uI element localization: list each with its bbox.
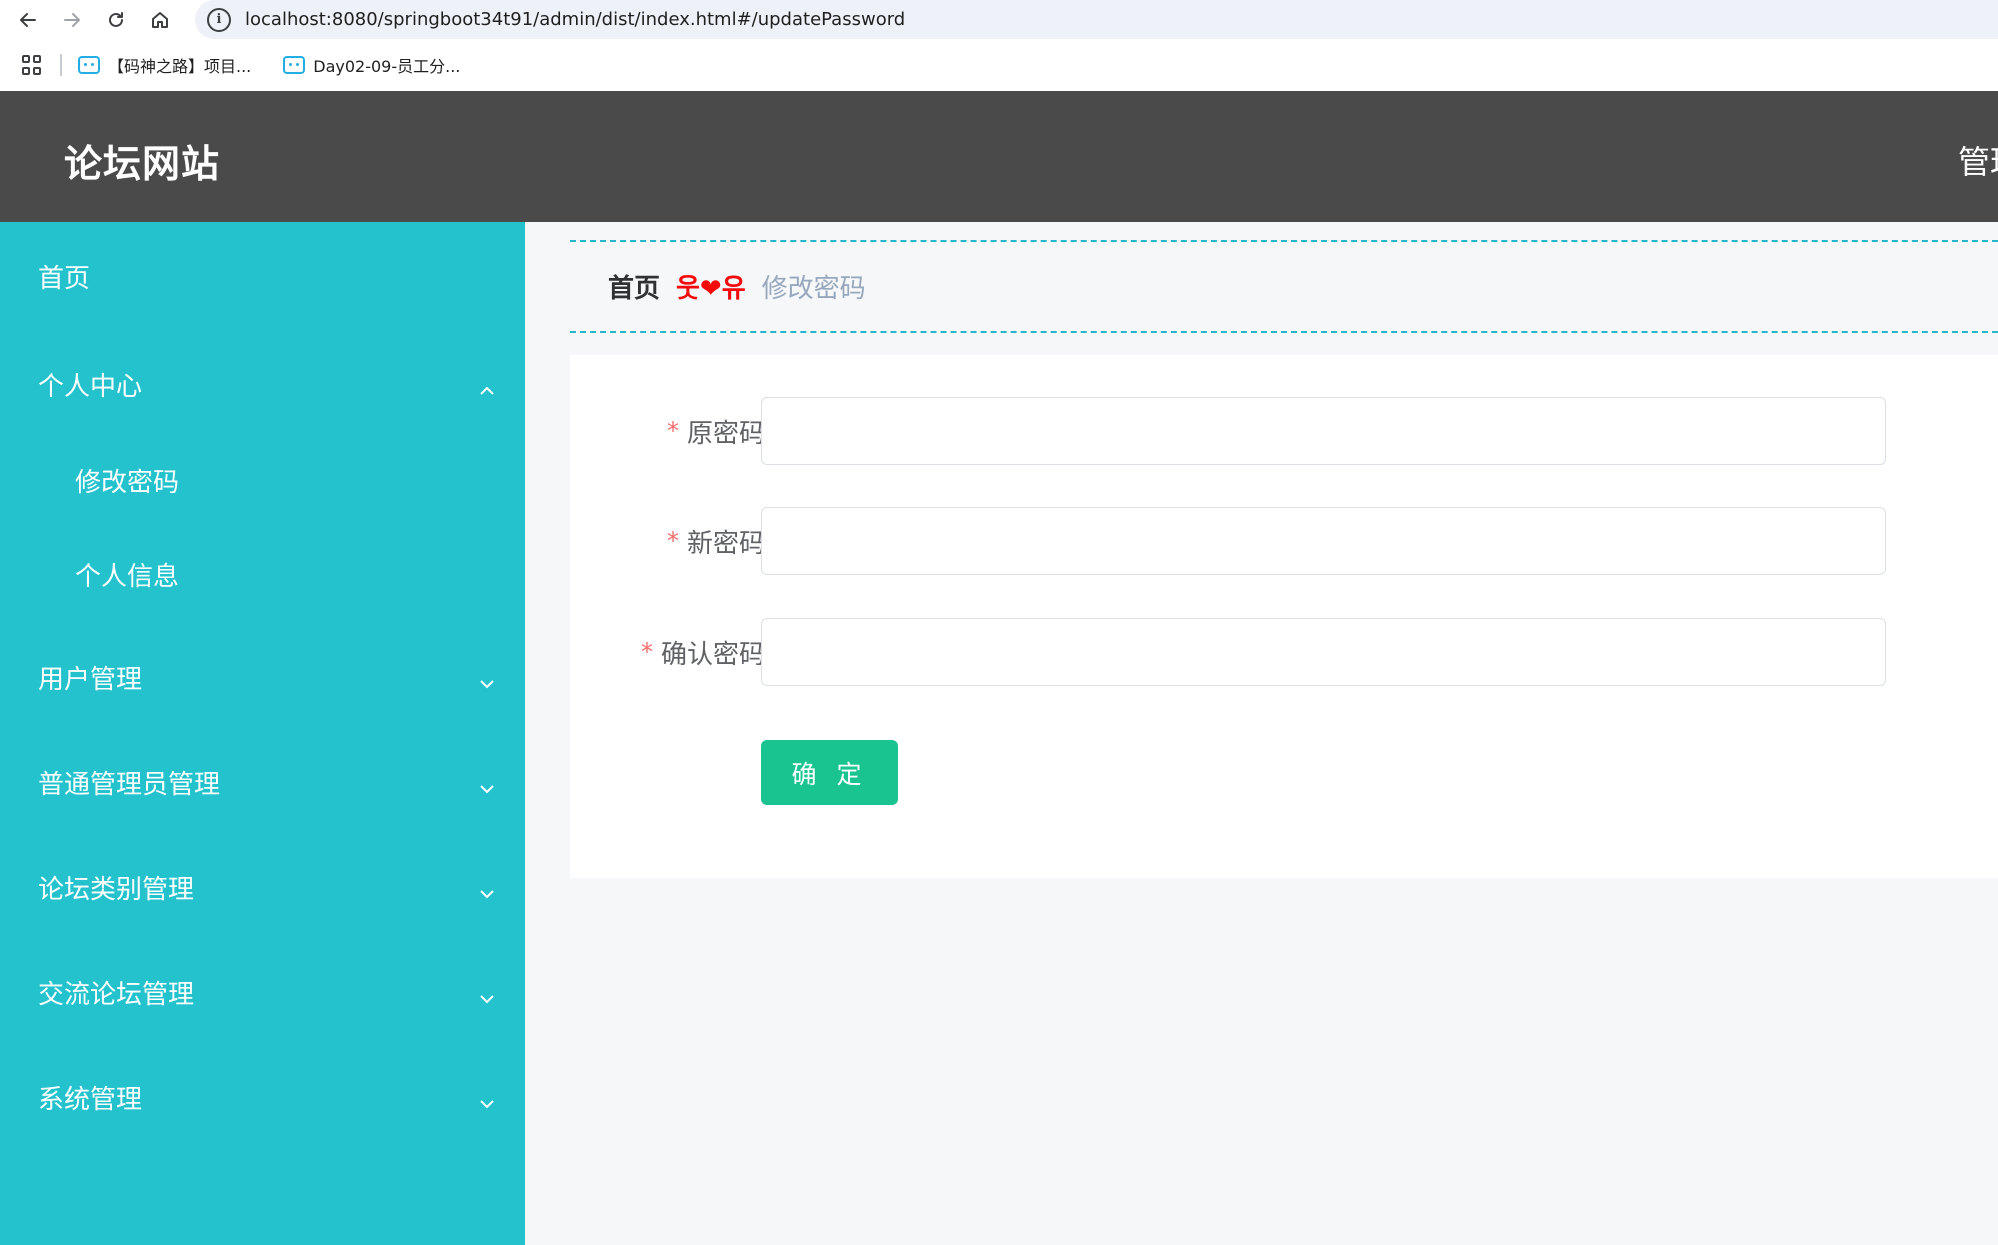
sidebar-item-admin-management[interactable]: 普通管理员管理 [0,752,525,812]
chevron-down-icon [479,774,495,794]
sidebar-item-label: 个人中心 [38,371,143,402]
site-title: 论坛网站 [64,142,221,186]
sidebar-item-change-password[interactable]: 修改密码 [0,450,525,510]
chevron-down-icon [479,984,495,1004]
form-row-confirm-password: * 确认密码 [570,618,1998,686]
app-header: 论坛网站 管理 [0,91,1998,222]
form-row-new-password: * 新密码 [570,507,1998,575]
sidebar-item-personal-center[interactable]: 个人中心 [0,354,525,414]
required-asterisk: * [666,527,679,555]
browser-toolbar: i localhost:8080/springboot34t91/admin/d… [0,0,1998,39]
sidebar-item-forum-category[interactable]: 论坛类别管理 [0,857,525,917]
chevron-up-icon [479,376,495,395]
bookmark-item[interactable]: 【码神之路】项目... [78,53,251,77]
forward-icon[interactable] [50,0,94,39]
bookmarks-bar: 【码神之路】项目... Day02-09-员工分... [0,39,1998,91]
sidebar-item-label: 用户管理 [38,664,143,695]
chevron-down-icon [479,1089,495,1109]
url-text[interactable]: localhost:8080/springboot34t91/admin/dis… [245,9,905,30]
breadcrumb-current: 修改密码 [761,274,866,304]
address-bar[interactable]: i localhost:8080/springboot34t91/admin/d… [195,0,1998,39]
sidebar-item-label: 论坛类别管理 [38,874,195,905]
old-password-input[interactable] [761,397,1886,465]
confirm-password-input[interactable] [761,618,1886,686]
breadcrumb: 首页 웃❤유 修改密码 [570,240,1998,333]
bookmark-label: 【码神之路】项目... [108,57,252,76]
apps-grid-icon[interactable] [22,55,42,75]
bookmark-item[interactable]: Day02-09-员工分... [283,53,460,77]
sidebar-item-forum-management[interactable]: 交流论坛管理 [0,962,525,1022]
home-icon[interactable] [138,0,182,39]
field-label-text: 原密码 [686,418,765,449]
confirm-password-label: * 确认密码 [641,618,765,686]
bilibili-icon [283,56,306,74]
old-password-label: * 原密码 [667,397,765,465]
header-user-text[interactable]: 管理 [1958,137,1998,183]
field-label-text: 新密码 [686,528,765,559]
bookmarks-divider [60,54,62,76]
required-asterisk: * [666,417,679,445]
sidebar-menu: 首页 个人中心 修改密码 个人信息 用户管理 普通管理员管理 论坛类别管理 交流… [0,222,525,1245]
sidebar-item-user-management[interactable]: 用户管理 [0,647,525,707]
sidebar-item-personal-info[interactable]: 个人信息 [0,544,525,604]
sidebar-item-label: 修改密码 [75,467,180,498]
main-content: 首页 웃❤유 修改密码 * 原密码 * 新密码 * 确认密码 确 定 [525,222,1998,1245]
new-password-input[interactable] [761,507,1886,575]
password-form: * 原密码 * 新密码 * 确认密码 确 定 [570,355,1998,878]
sidebar-item-label: 个人信息 [75,561,180,592]
sidebar-item-home[interactable]: 首页 [0,246,525,306]
breadcrumb-home[interactable]: 首页 [608,268,660,305]
new-password-label: * 新密码 [667,507,765,575]
site-info-icon[interactable]: i [207,7,231,32]
breadcrumb-separator: 웃❤유 [676,274,746,304]
sidebar-item-label: 普通管理员管理 [38,769,221,800]
sidebar-item-system-management[interactable]: 系统管理 [0,1067,525,1127]
back-icon[interactable] [6,0,50,39]
sidebar-item-label: 交流论坛管理 [38,979,195,1010]
field-label-text: 确认密码 [660,639,765,670]
chevron-down-icon [479,879,495,899]
reload-icon[interactable] [94,0,138,39]
sidebar-item-label: 首页 [38,263,91,294]
required-asterisk: * [640,638,653,666]
form-row-old-password: * 原密码 [570,397,1998,465]
sidebar-item-label: 系统管理 [38,1084,143,1115]
confirm-button[interactable]: 确 定 [761,740,898,805]
bookmark-label: Day02-09-员工分... [313,57,461,76]
chevron-down-icon [479,669,495,689]
bilibili-icon [78,56,100,74]
